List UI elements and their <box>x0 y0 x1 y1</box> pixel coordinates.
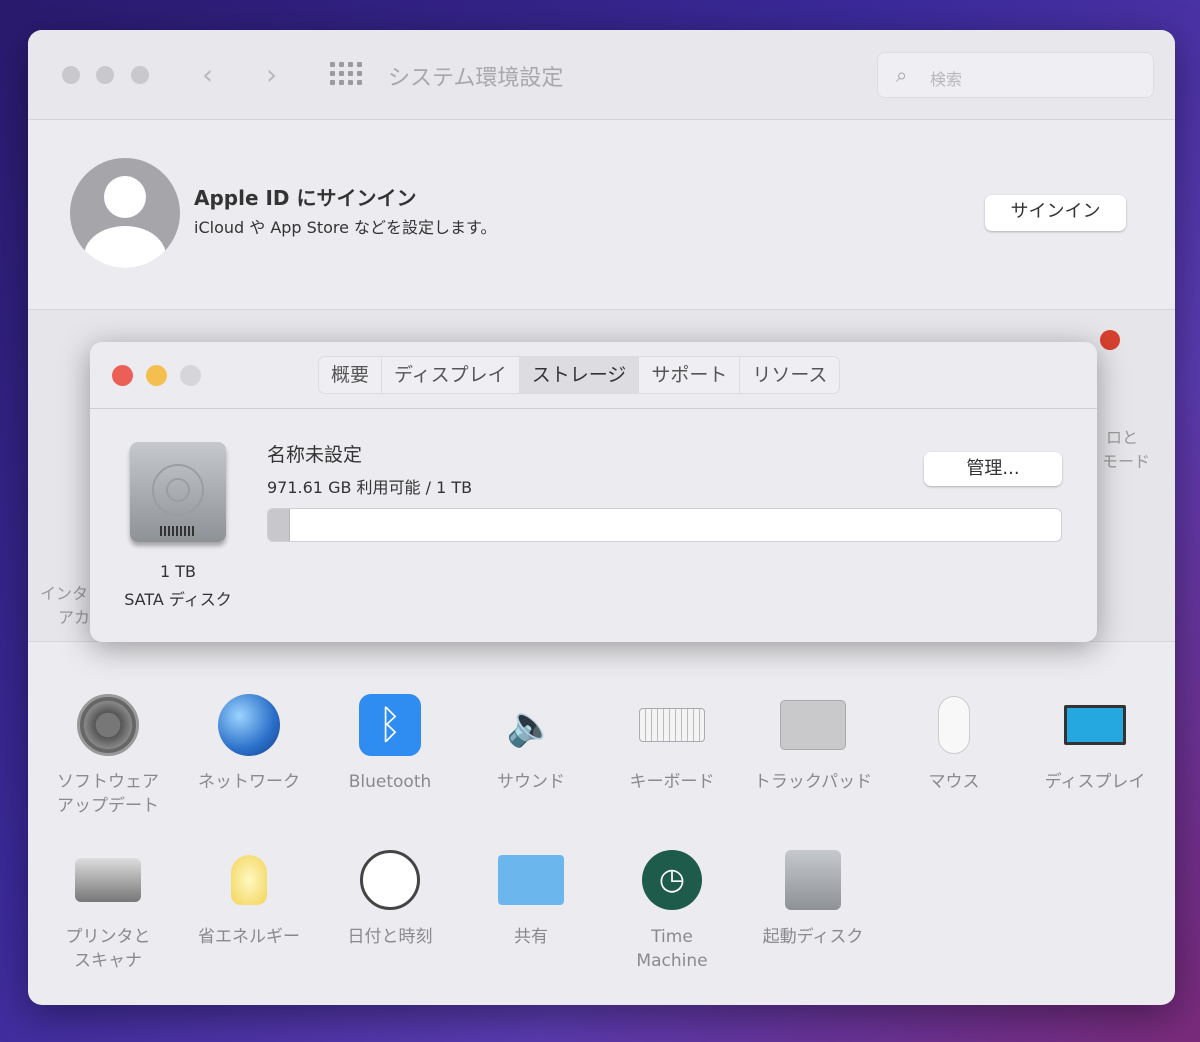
printer-icon <box>75 847 141 913</box>
pref-sharing[interactable]: 共有 <box>461 847 601 949</box>
search-field[interactable]: ⌕ 検索 <box>877 52 1154 98</box>
search-icon: ⌕ <box>896 63 907 87</box>
pref-startup-disk[interactable]: 起動ディスク <box>743 847 883 949</box>
mouse-icon <box>921 692 987 758</box>
speaker-icon: 🔈 <box>498 692 564 758</box>
gear-icon <box>75 692 141 758</box>
partial-label: ロと <box>1106 424 1138 448</box>
trackpad-icon <box>780 692 846 758</box>
display-icon <box>1062 692 1128 758</box>
pref-mouse[interactable]: マウス <box>884 692 1024 794</box>
tab-displays[interactable]: ディスプレイ <box>382 357 520 393</box>
apple-id-section: Apple ID にサインイン iCloud や App Store などを設定… <box>28 120 1175 310</box>
pref-date-time[interactable]: 日付と時刻 <box>320 847 460 949</box>
partial-label: モード <box>1102 448 1150 472</box>
toolbar: ‹ › システム環境設定 ⌕ 検索 <box>28 30 1175 120</box>
show-all-grid-icon[interactable] <box>330 62 362 86</box>
pref-bluetooth[interactable]: ᛒBluetooth <box>320 692 460 794</box>
divider <box>90 408 1097 409</box>
storage-availability: 971.61 GB 利用可能 / 1 TB <box>267 474 472 498</box>
tab-support[interactable]: サポート <box>639 357 740 393</box>
close-button[interactable] <box>62 66 80 84</box>
search-placeholder: 検索 <box>930 66 962 90</box>
minimize-button[interactable] <box>96 66 114 84</box>
window-title: システム環境設定 <box>388 60 563 92</box>
clock-icon <box>357 847 423 913</box>
manage-button[interactable]: 管理... <box>924 452 1062 486</box>
globe-icon <box>216 692 282 758</box>
bluetooth-icon: ᛒ <box>357 692 423 758</box>
signin-button[interactable]: サインイン <box>985 195 1126 231</box>
disk-type: SATA ディスク <box>110 586 246 610</box>
pref-printers[interactable]: プリンタと スキャナ <box>38 847 178 973</box>
tab-storage[interactable]: ストレージ <box>520 357 640 393</box>
dialog-minimize-button[interactable] <box>146 365 167 386</box>
disk-size: 1 TB <box>110 562 246 581</box>
avatar <box>70 158 180 268</box>
back-icon[interactable]: ‹ <box>202 58 213 91</box>
folder-icon <box>498 847 564 913</box>
pref-time-machine[interactable]: ◷Time Machine <box>602 847 742 973</box>
hard-disk-icon <box>130 442 226 542</box>
partial-label: インタ <box>40 580 88 604</box>
tab-bar: 概要 ディスプレイ ストレージ サポート リソース <box>318 356 840 394</box>
partial-label: アカ <box>58 604 90 628</box>
storage-usage-bar <box>267 508 1062 542</box>
time-machine-icon: ◷ <box>639 847 705 913</box>
keyboard-icon <box>639 692 705 758</box>
notification-bell-icon <box>1100 330 1120 350</box>
about-this-mac-dialog: 概要 ディスプレイ ストレージ サポート リソース 1 TB SATA ディスク… <box>90 342 1097 642</box>
dialog-zoom-button <box>180 365 201 386</box>
pref-keyboard[interactable]: キーボード <box>602 692 742 794</box>
pref-software-update[interactable]: ソフトウェア アップデート <box>38 692 178 818</box>
hard-disk-icon <box>780 847 846 913</box>
apple-id-subtitle: iCloud や App Store などを設定します。 <box>194 214 496 238</box>
pref-display[interactable]: ディスプレイ <box>1025 692 1165 794</box>
lightbulb-icon <box>216 847 282 913</box>
zoom-button[interactable] <box>131 66 149 84</box>
pref-network[interactable]: ネットワーク <box>179 692 319 794</box>
apple-id-title: Apple ID にサインイン <box>194 182 417 211</box>
tab-resources[interactable]: リソース <box>740 357 839 393</box>
pref-sound[interactable]: 🔈サウンド <box>461 692 601 794</box>
tab-overview[interactable]: 概要 <box>319 357 382 393</box>
volume-name: 名称未設定 <box>267 440 362 467</box>
forward-icon[interactable]: › <box>266 58 277 91</box>
storage-used-fill <box>268 509 290 541</box>
pref-energy-saver[interactable]: 省エネルギー <box>179 847 319 949</box>
pref-trackpad[interactable]: トラックパッド <box>743 692 883 794</box>
dialog-close-button[interactable] <box>112 365 133 386</box>
